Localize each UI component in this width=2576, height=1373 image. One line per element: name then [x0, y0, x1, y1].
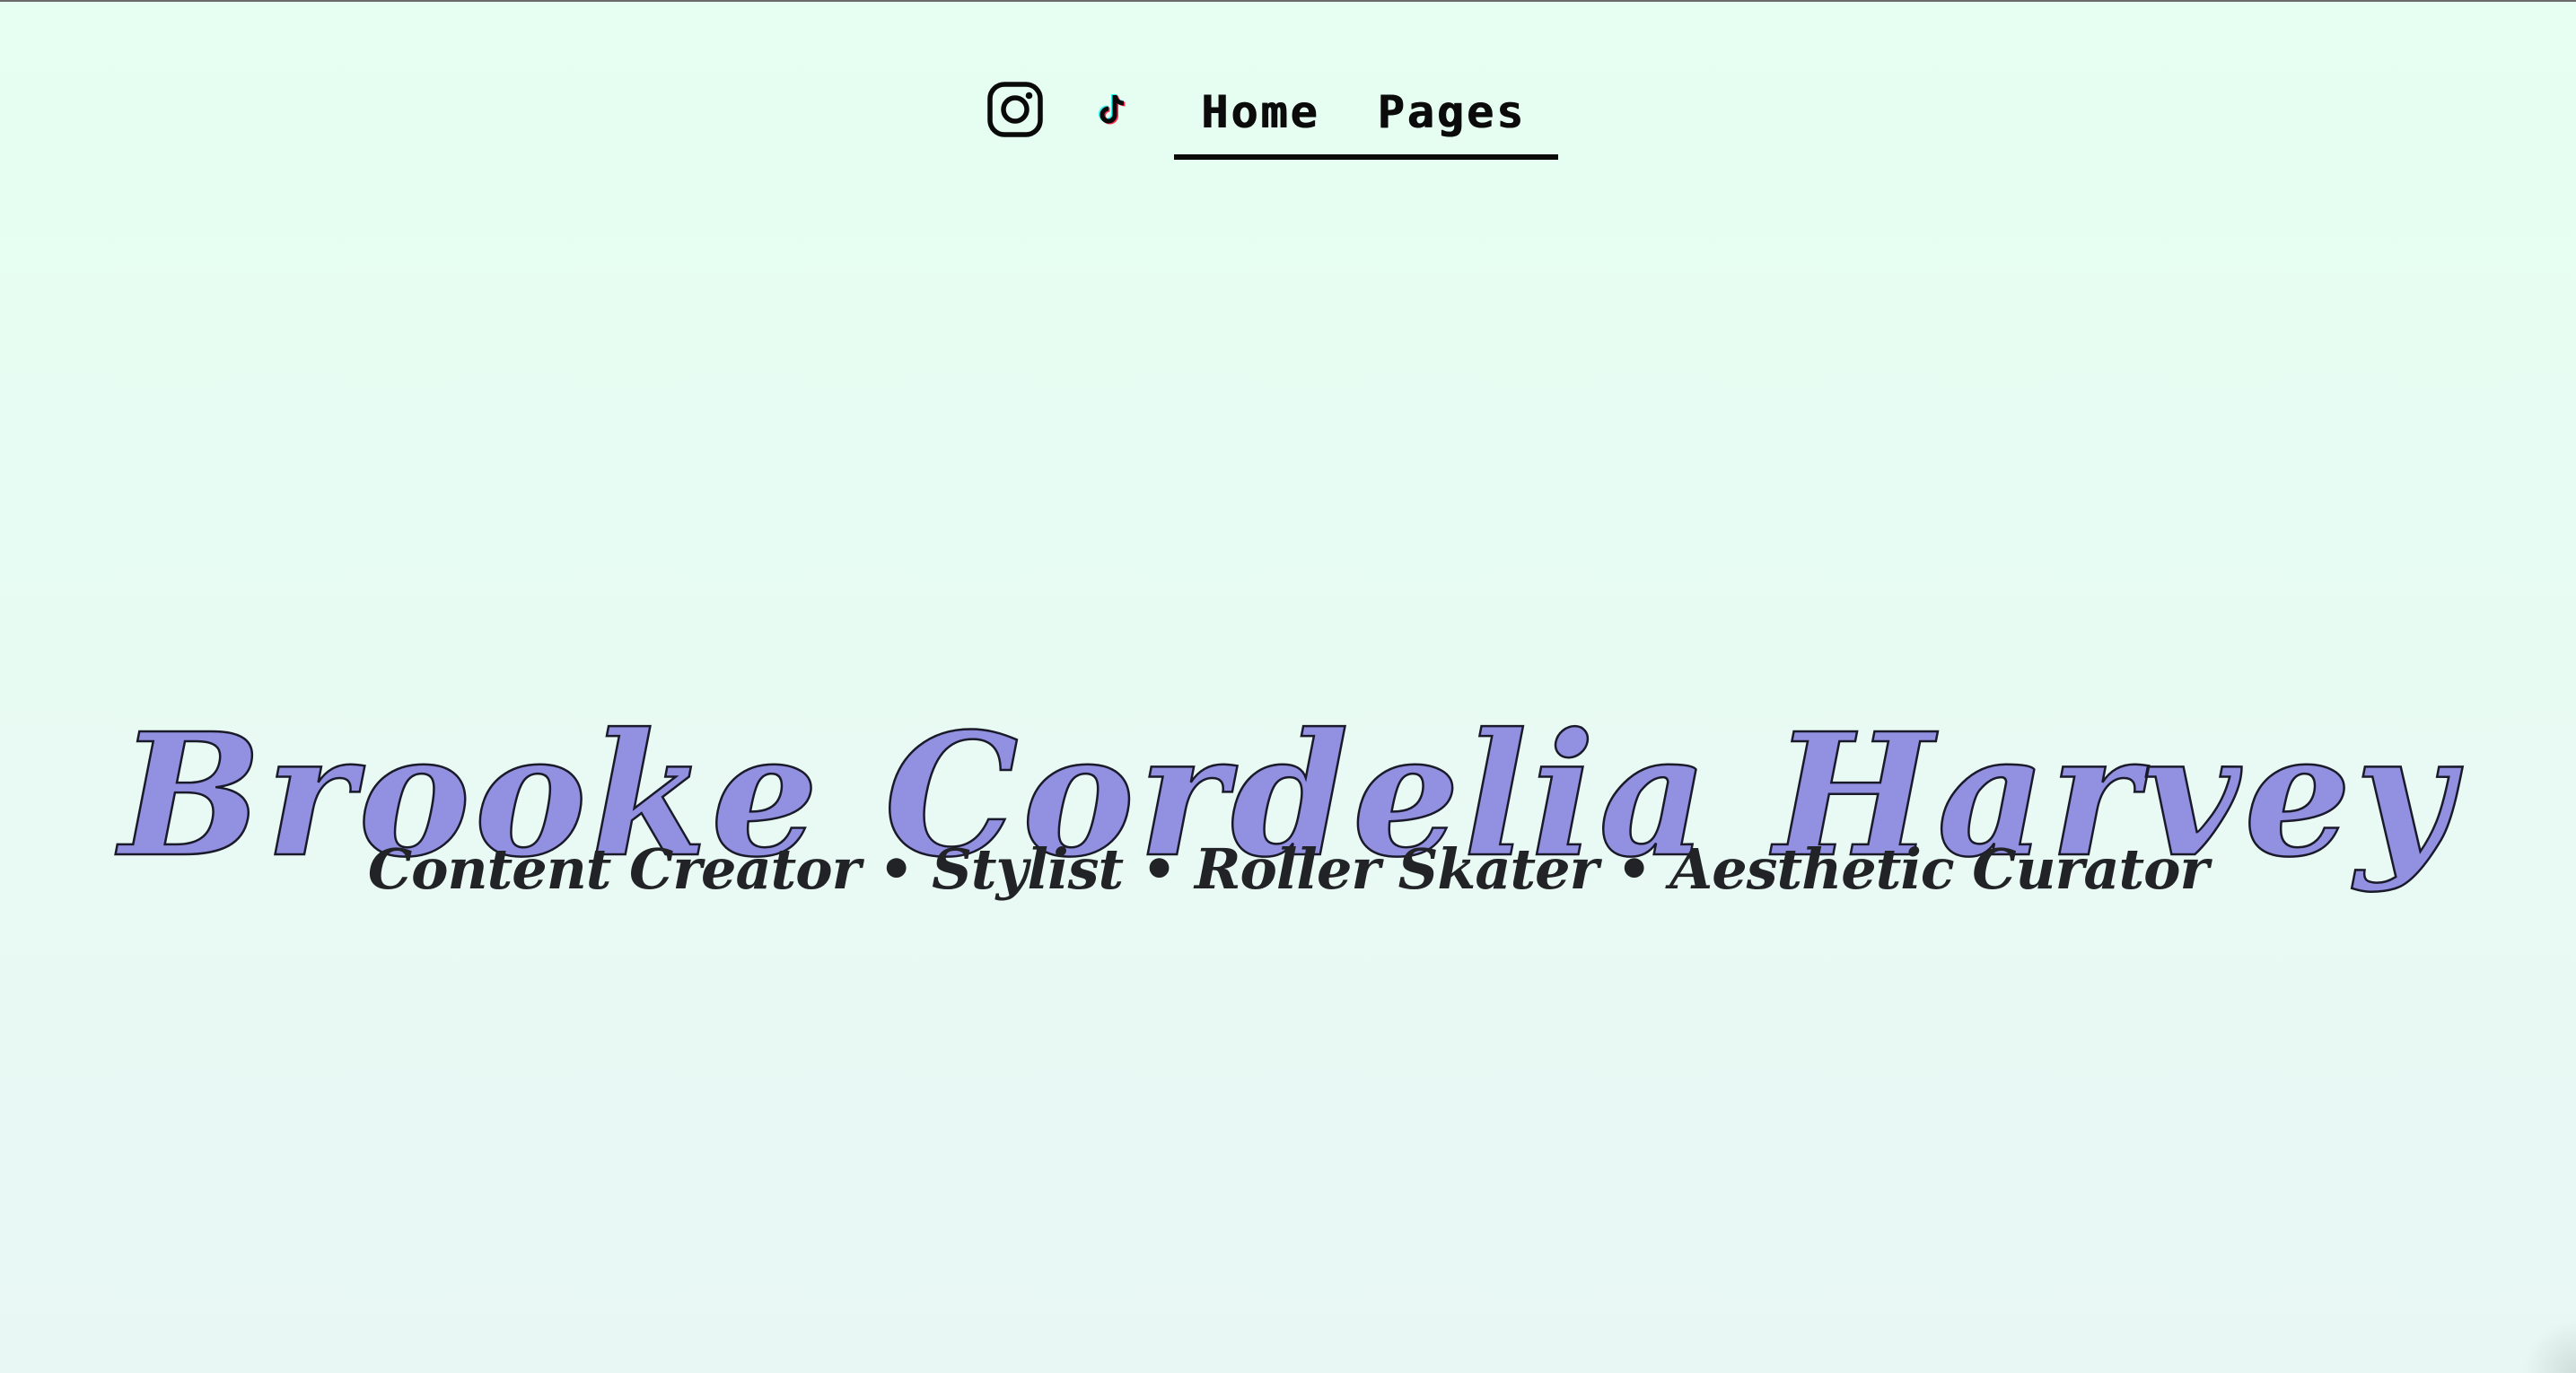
- hero-subtitle: Content Creator • Stylist • Roller Skate…: [367, 836, 2209, 902]
- nav-pages[interactable]: Pages: [1377, 86, 1526, 138]
- tiktok-icon: [1099, 93, 1126, 125]
- tiktok-link[interactable]: [1088, 84, 1138, 135]
- instagram-link[interactable]: [978, 73, 1052, 146]
- instagram-icon: [987, 82, 1043, 137]
- main-menu: Home Pages: [1174, 70, 1558, 160]
- corner-decoration: [2522, 1319, 2576, 1373]
- top-navigation: Home Pages: [978, 65, 1558, 160]
- nav-home[interactable]: Home: [1201, 86, 1319, 138]
